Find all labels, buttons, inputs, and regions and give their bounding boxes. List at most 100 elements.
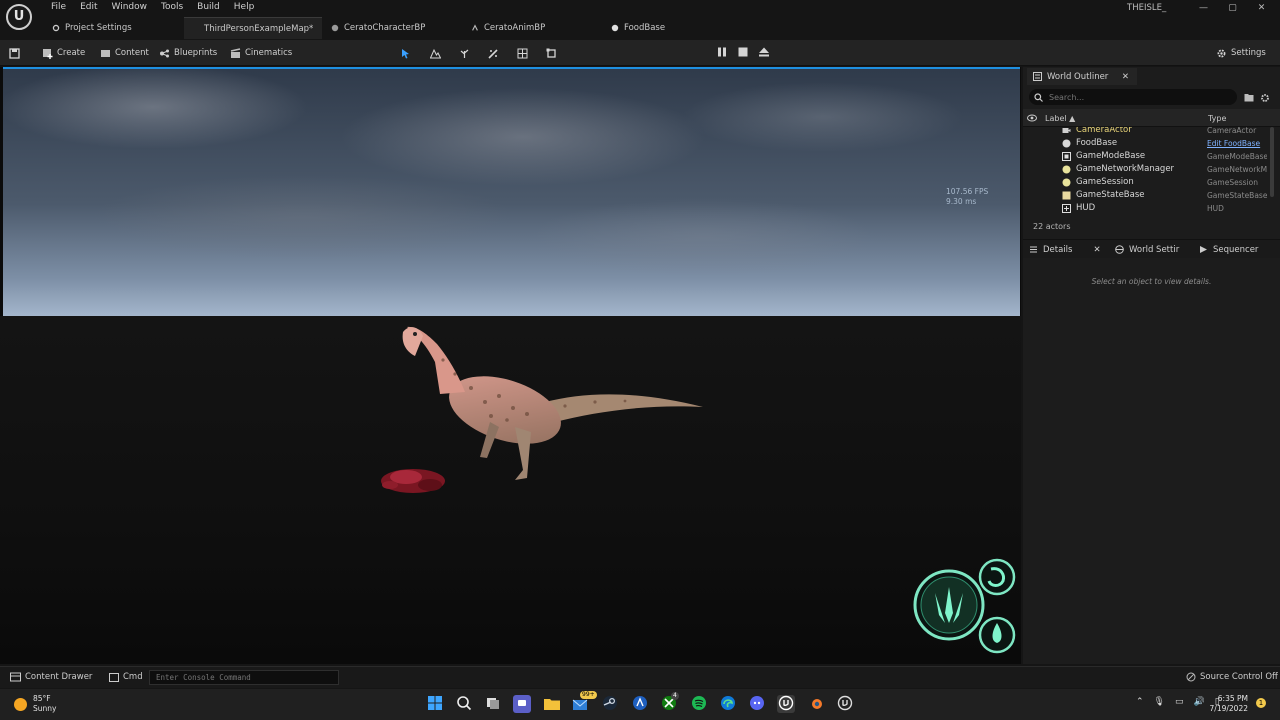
cmd-button[interactable]: Cmd bbox=[109, 672, 143, 682]
unreal-logo-icon[interactable]: U bbox=[6, 4, 32, 30]
outliner-row-game-mode-base[interactable]: GameModeBase GameModeBase bbox=[1023, 150, 1268, 163]
menu-help[interactable]: Help bbox=[227, 1, 262, 13]
microphone-icon[interactable]: 🎙 bbox=[1154, 697, 1165, 707]
modeling-mode-button[interactable] bbox=[546, 45, 557, 61]
hud-icon bbox=[1062, 204, 1071, 213]
outliner-row-game-network-manager[interactable]: GameNetworkManager GameNetworkM bbox=[1023, 163, 1268, 176]
create-icon bbox=[43, 48, 53, 59]
stop-button[interactable] bbox=[737, 46, 749, 58]
outliner-row-game-state-base[interactable]: GameStateBase GameStateBase bbox=[1023, 189, 1268, 202]
menu-edit[interactable]: Edit bbox=[73, 1, 104, 13]
save-button[interactable] bbox=[9, 45, 20, 61]
outliner-search bbox=[1029, 89, 1237, 105]
source-control-button[interactable]: Source Control Off bbox=[1186, 672, 1278, 682]
sphere-icon bbox=[1062, 178, 1071, 187]
blender-launcher-icon[interactable] bbox=[631, 695, 649, 713]
search-taskbar-icon[interactable] bbox=[455, 695, 473, 713]
tab-cerato-character-bp[interactable]: CeratoCharacterBP bbox=[323, 17, 433, 39]
outliner-row-game-session[interactable]: GameSession GameSession bbox=[1023, 176, 1268, 189]
file-explorer-icon[interactable] bbox=[543, 695, 561, 713]
label-column-header[interactable]: Label ▲ bbox=[1045, 114, 1075, 123]
sequencer-icon bbox=[1200, 246, 1207, 253]
edit-food-base-link[interactable]: Edit FoodBase bbox=[1207, 139, 1267, 148]
chevron-up-icon[interactable]: ⌃ bbox=[1136, 697, 1144, 707]
content-button[interactable]: Content bbox=[100, 45, 149, 61]
outliner-scrollbar[interactable] bbox=[1270, 127, 1274, 197]
hunger-stomach-icon bbox=[978, 558, 1016, 596]
cinematics-button[interactable]: Cinematics bbox=[230, 45, 292, 61]
fracture-mode-button[interactable] bbox=[517, 45, 528, 61]
pause-button[interactable] bbox=[716, 46, 728, 58]
steam-icon[interactable] bbox=[601, 695, 619, 713]
tab-world-settings[interactable]: World Settir bbox=[1115, 241, 1179, 258]
spotify-icon[interactable] bbox=[690, 695, 708, 713]
console-input[interactable] bbox=[150, 671, 338, 684]
unreal-logo-icon bbox=[778, 695, 794, 711]
close-tab-icon[interactable]: ✕ bbox=[1122, 72, 1129, 82]
outliner-settings-gear-icon[interactable] bbox=[1260, 93, 1270, 103]
landscape-mode-button[interactable] bbox=[430, 45, 441, 61]
tab-world-outliner[interactable]: World Outliner ✕ bbox=[1027, 68, 1137, 85]
discord-icon[interactable] bbox=[748, 695, 766, 713]
level-viewport[interactable]: 107.56 FPS 9.30 ms bbox=[0, 67, 1021, 664]
content-drawer-button[interactable]: Content Drawer bbox=[10, 672, 92, 682]
details-icon bbox=[1030, 246, 1037, 253]
menu-tools[interactable]: Tools bbox=[154, 1, 190, 13]
tab-label: ThirdPersonExampleMap* bbox=[204, 23, 314, 34]
notification-badge[interactable]: 1 bbox=[1256, 698, 1266, 708]
outliner-row-camera-actor[interactable]: CameraActor CameraActor bbox=[1023, 127, 1268, 137]
unreal-editor-taskbar-icon[interactable] bbox=[777, 695, 795, 713]
tab-cerato-anim-bp[interactable]: CeratoAnimBP bbox=[463, 17, 553, 39]
source-control-label: Source Control Off bbox=[1200, 672, 1278, 682]
mail-icon[interactable]: 99+ bbox=[572, 691, 597, 713]
xbox-icon[interactable]: 4 bbox=[660, 692, 679, 713]
volume-icon[interactable]: 🔊 bbox=[1194, 697, 1205, 707]
close-tab-icon[interactable]: ✕ bbox=[1093, 245, 1100, 255]
gear-icon bbox=[52, 24, 60, 32]
tab-third-person-map[interactable]: ThirdPersonExampleMap* bbox=[184, 17, 322, 39]
unreal-engine-launcher-icon[interactable] bbox=[836, 695, 854, 713]
project-name: THEISLE_ bbox=[1127, 3, 1167, 13]
visibility-eye-icon[interactable] bbox=[1027, 114, 1037, 122]
clapperboard-icon bbox=[230, 47, 241, 58]
blender-icon[interactable] bbox=[807, 695, 825, 713]
add-folder-icon[interactable] bbox=[1244, 93, 1254, 102]
close-button[interactable]: ✕ bbox=[1247, 0, 1276, 16]
cmd-label: Cmd bbox=[123, 672, 143, 682]
mesh-paint-mode-button[interactable] bbox=[488, 45, 499, 61]
fracture-icon bbox=[517, 48, 528, 58]
stop-icon bbox=[738, 47, 748, 57]
tab-details[interactable]: Details ✕ bbox=[1029, 241, 1101, 258]
outliner-search-input[interactable] bbox=[1049, 92, 1229, 102]
tab-food-base[interactable]: FoodBase bbox=[603, 17, 673, 39]
cinematics-label: Cinematics bbox=[245, 48, 293, 58]
gamemode-icon bbox=[1062, 152, 1071, 161]
eject-button[interactable] bbox=[758, 46, 770, 58]
source-control-icon bbox=[1186, 672, 1196, 682]
weather-widget[interactable]: 85°F Sunny bbox=[14, 694, 56, 714]
outliner-row-hud[interactable]: HUD HUD bbox=[1023, 202, 1268, 215]
edge-browser-icon[interactable] bbox=[719, 695, 737, 713]
maximize-button[interactable]: ▢ bbox=[1218, 0, 1247, 16]
blueprints-button[interactable]: Blueprints bbox=[159, 45, 217, 61]
windows-start-icon[interactable] bbox=[426, 695, 444, 713]
gear-icon bbox=[1217, 49, 1226, 57]
outliner-row-food-base[interactable]: FoodBase Edit FoodBase bbox=[1023, 137, 1268, 150]
menu-window[interactable]: Window bbox=[105, 1, 155, 13]
foliage-mode-button[interactable] bbox=[459, 45, 470, 61]
network-icon[interactable]: ▭ bbox=[1175, 697, 1184, 707]
select-mode-button[interactable] bbox=[400, 45, 411, 61]
settings-button[interactable]: Settings bbox=[1216, 45, 1266, 61]
menu-build[interactable]: Build bbox=[190, 1, 227, 13]
outliner-tab-label: World Outliner bbox=[1047, 71, 1109, 82]
minimize-button[interactable]: — bbox=[1189, 0, 1218, 16]
taskbar-clock[interactable]: 6:35 PM 7/19/2022 bbox=[1208, 694, 1248, 714]
tab-sequencer[interactable]: Sequencer bbox=[1199, 241, 1258, 258]
teams-chat-icon[interactable] bbox=[513, 695, 531, 713]
pause-icon bbox=[718, 47, 726, 57]
type-column-header[interactable]: Type bbox=[1208, 114, 1226, 123]
task-view-icon[interactable] bbox=[484, 695, 502, 713]
tab-project-settings[interactable]: Project Settings bbox=[44, 17, 140, 39]
menu-file[interactable]: File bbox=[44, 1, 73, 13]
create-button[interactable]: Create bbox=[42, 45, 85, 61]
